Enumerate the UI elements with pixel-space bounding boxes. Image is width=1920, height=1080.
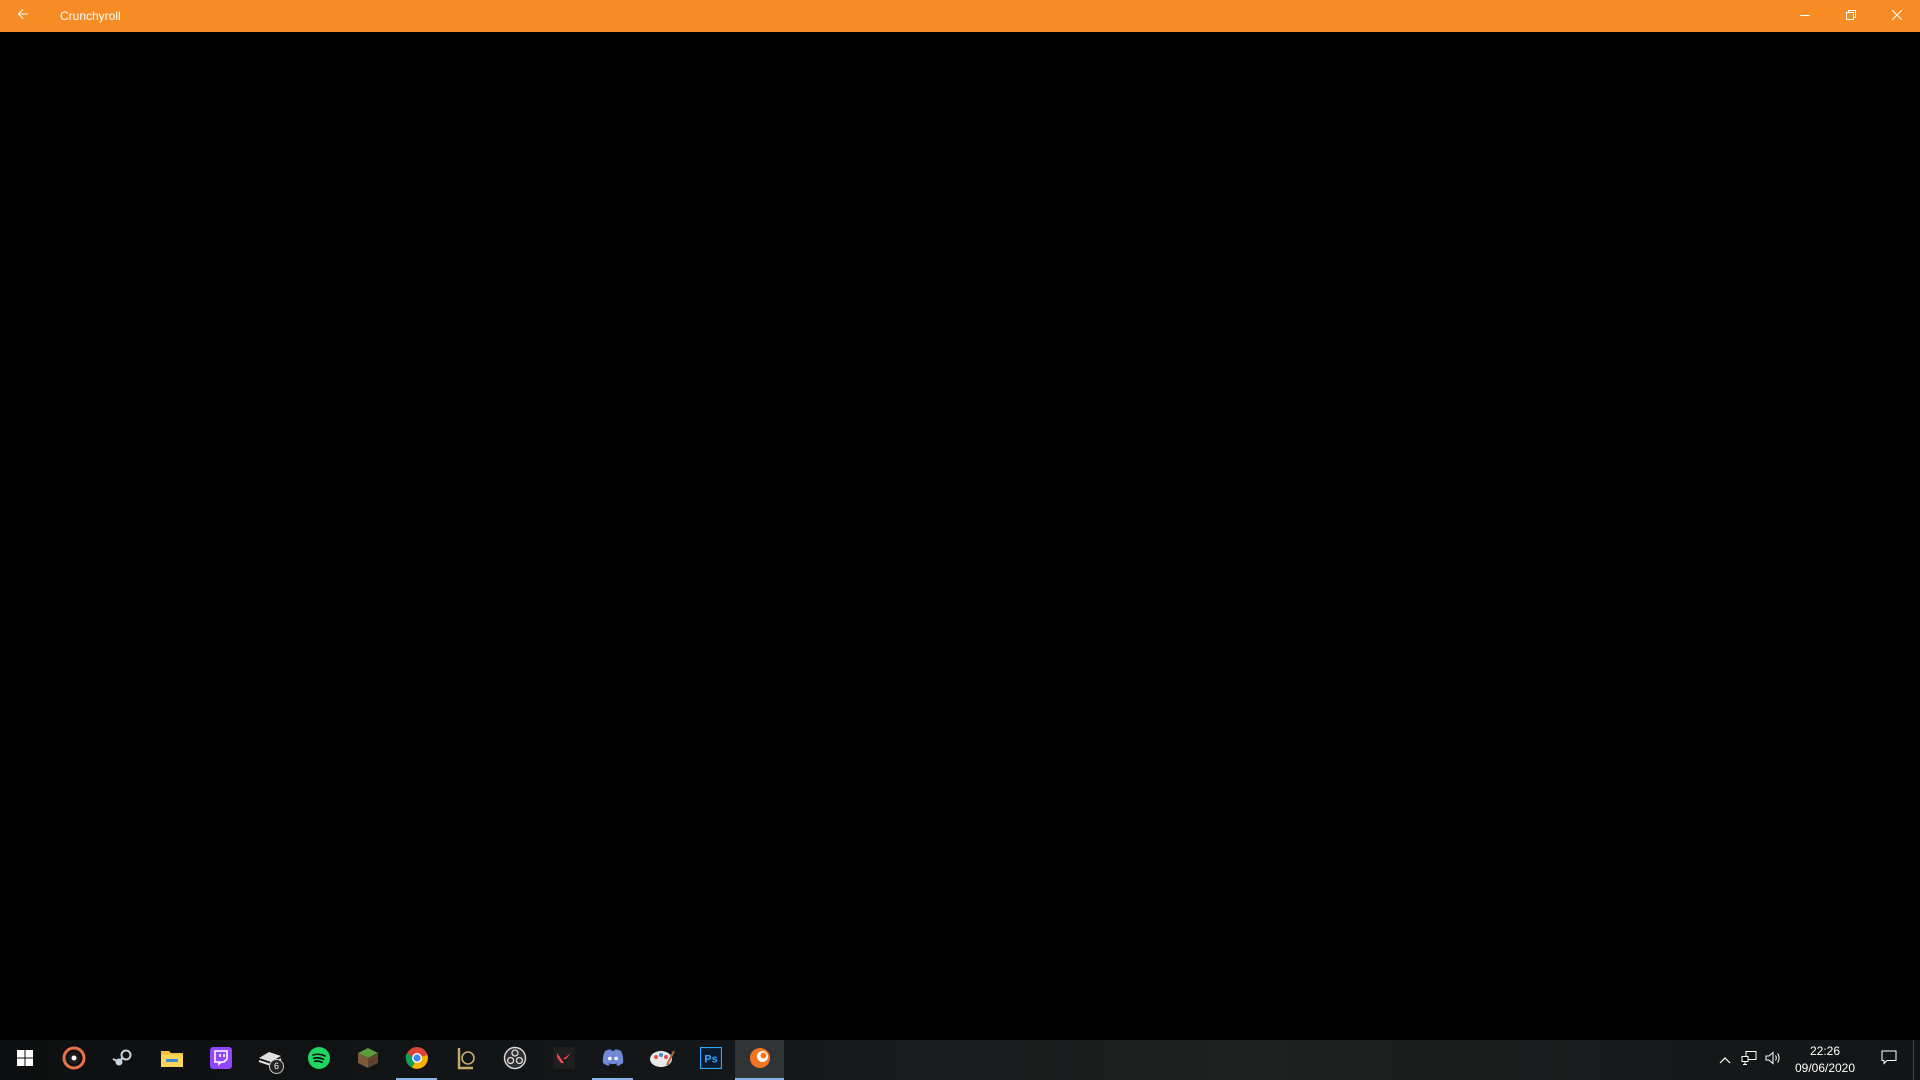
taskbar-app-league-of-legends[interactable] (441, 1040, 490, 1080)
valorant-icon (552, 1046, 575, 1074)
photoshop-icon: Ps (699, 1046, 722, 1074)
folder-icon (160, 1047, 184, 1074)
groove-music-icon (62, 1046, 86, 1075)
close-icon (1891, 7, 1903, 25)
obs-icon (503, 1046, 527, 1075)
clock-date: 09/06/2020 (1794, 1061, 1856, 1075)
clock-time: 22:26 (1809, 1044, 1841, 1058)
network-icon (1741, 1050, 1757, 1070)
network-button[interactable] (1737, 1040, 1761, 1080)
crunchyroll-icon (748, 1046, 772, 1075)
app-content-area[interactable] (0, 32, 1920, 1040)
taskbar-app-file-explorer[interactable] (147, 1040, 196, 1080)
restore-icon (1846, 7, 1856, 25)
taskbar-app-valorant[interactable] (539, 1040, 588, 1080)
chrome-icon (405, 1046, 429, 1075)
taskbar-app-crunchyroll[interactable] (735, 1040, 784, 1080)
action-center-icon (1881, 1050, 1897, 1070)
taskbar-app-groove-music[interactable] (49, 1040, 98, 1080)
back-button[interactable] (0, 0, 46, 32)
close-button[interactable] (1874, 0, 1920, 32)
clock[interactable]: 22:26 09/06/2020 (1785, 1040, 1865, 1080)
volume-icon (1765, 1050, 1781, 1070)
start-button[interactable] (0, 1040, 49, 1080)
taskbar-app-discord[interactable] (588, 1040, 637, 1080)
league-icon (455, 1046, 477, 1075)
volume-button[interactable] (1761, 1040, 1785, 1080)
steam-icon (111, 1046, 135, 1075)
system-tray: 22:26 09/06/2020 (1713, 1040, 1920, 1080)
taskbar-app-minecraft[interactable] (343, 1040, 392, 1080)
arrow-left-icon (17, 7, 29, 25)
taskbar-app-chrome[interactable] (392, 1040, 441, 1080)
show-hidden-icons-button[interactable] (1713, 1040, 1737, 1080)
windows-logo-icon (16, 1049, 33, 1071)
chevron-up-icon (1719, 1051, 1731, 1069)
taskbar-app-paint-app[interactable] (637, 1040, 686, 1080)
spotify-icon (307, 1046, 331, 1075)
restore-button[interactable] (1828, 0, 1874, 32)
twitch-icon (209, 1046, 232, 1074)
taskbar-app-stacked-app[interactable]: 6 (245, 1040, 294, 1080)
discord-icon (601, 1048, 625, 1073)
app-window: Crunchyroll (0, 0, 1920, 1040)
title-bar[interactable]: Crunchyroll (0, 0, 1920, 32)
paint-icon (649, 1047, 675, 1074)
action-center-button[interactable] (1865, 1040, 1913, 1080)
notification-badge: 6 (269, 1059, 284, 1074)
grass-block-icon (356, 1046, 380, 1075)
minimize-button[interactable] (1782, 0, 1828, 32)
taskbar-app-spotify[interactable] (294, 1040, 343, 1080)
taskbar-app-steam[interactable] (98, 1040, 147, 1080)
taskbar-app-twitch[interactable] (196, 1040, 245, 1080)
show-desktop-button[interactable] (1913, 1040, 1920, 1080)
window-controls (1782, 0, 1920, 32)
window-title: Crunchyroll (60, 9, 121, 23)
photoshop-label: Ps (704, 1053, 717, 1065)
minimize-icon (1800, 7, 1810, 25)
taskbar-app-photoshop[interactable]: Ps (686, 1040, 735, 1080)
taskbar: 6 Ps 22:26 09/06/2020 (0, 1040, 1920, 1080)
taskbar-app-obs[interactable] (490, 1040, 539, 1080)
